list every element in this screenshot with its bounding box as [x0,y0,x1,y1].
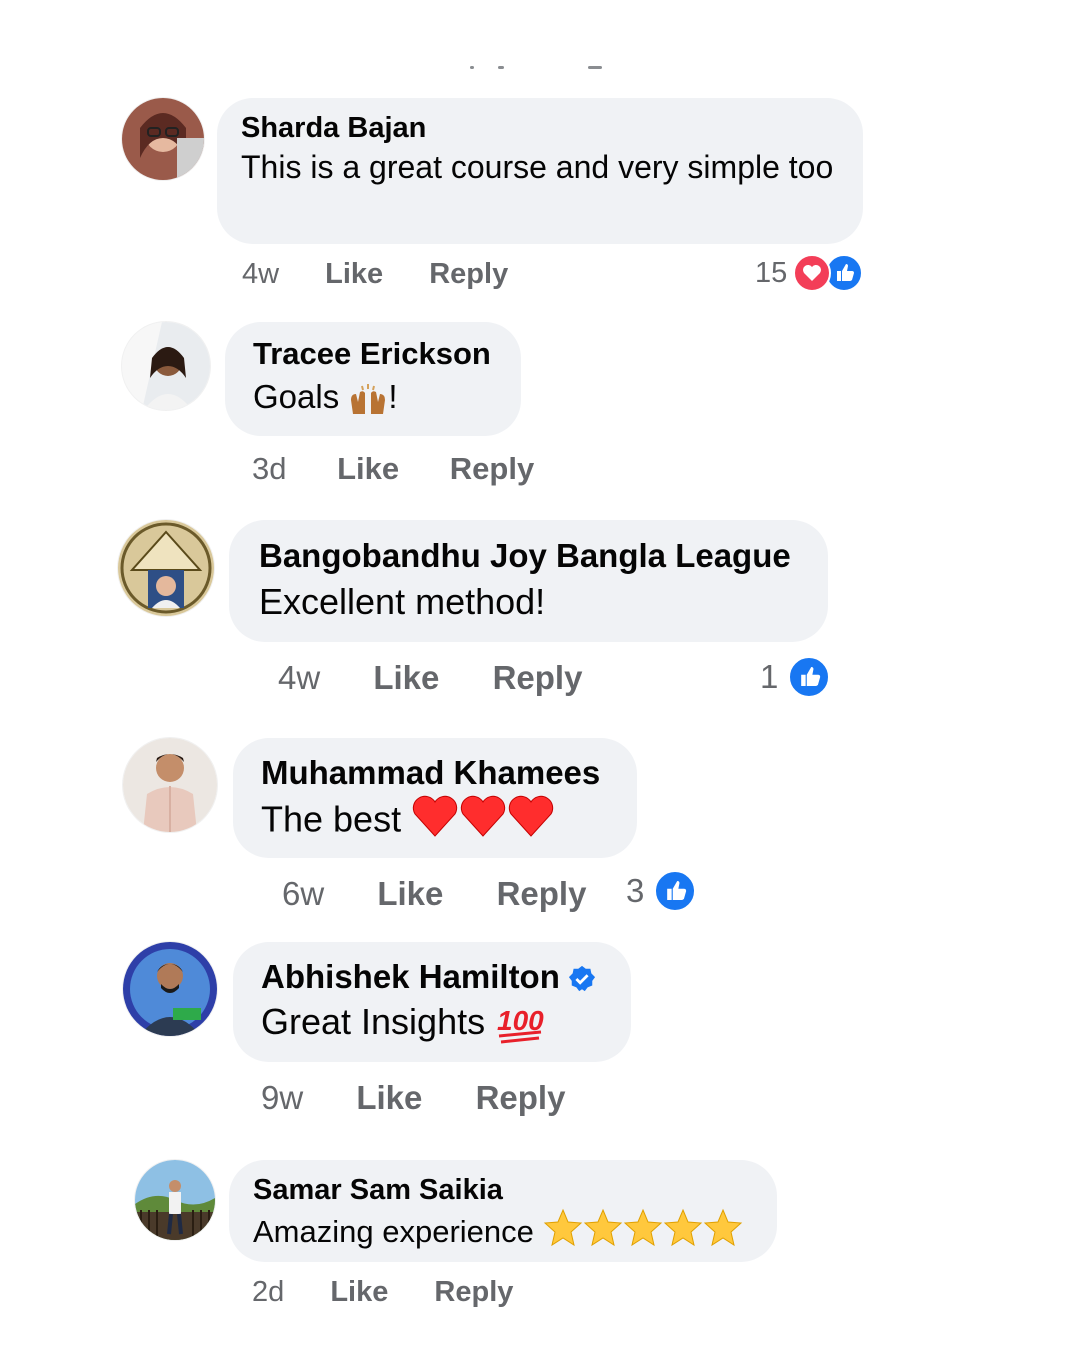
comment-text-suffix: ! [388,378,398,415]
comment-bubble: Muhammad Khamees The best [233,738,637,858]
reply-button[interactable]: Reply [450,451,534,486]
comment-text: Goals ! [253,374,493,420]
comment-bubble: Tracee Erickson Goals ! [225,322,521,436]
reaction-count: 15 [755,256,788,289]
comment-text: Excellent method! [259,581,546,622]
comment-text-main: Great Insights [261,1001,486,1042]
reaction-count: 3 [626,872,645,909]
avatar[interactable] [122,322,210,410]
comment-bubble: Sharda Bajan This is a great course and … [217,98,863,244]
reaction-summary[interactable]: 3 [626,870,697,912]
raising-hands-emoji [351,384,386,415]
like-button[interactable]: Like [373,659,439,696]
scroll-fragment [470,66,630,72]
comment-time[interactable]: 9w [261,1079,303,1116]
comment-text: The best [261,794,609,850]
comment-text-main: The best [261,798,402,840]
comment-bubble: Bangobandhu Joy Bangla League Excellent … [229,520,828,642]
like-icon [654,870,697,912]
comment-text: This is a great course and very simple t… [241,149,834,185]
avatar[interactable] [123,942,217,1036]
comment-actions: 4w Like Reply [242,256,508,292]
reaction-summary[interactable]: 1 [760,656,831,698]
comment-actions: 9w Like Reply [261,1078,565,1118]
avatar[interactable] [135,1160,215,1240]
avatar[interactable] [122,98,204,180]
comment-text: Amazing experience [253,1208,753,1260]
comment-author[interactable]: Samar Sam Saikia [253,1172,753,1208]
like-button[interactable]: Like [330,1276,388,1308]
comment-bubble: Samar Sam Saikia Amazing experience [229,1160,777,1262]
comment-actions: 3d Like Reply [252,450,534,488]
comment-author[interactable]: Bangobandhu Joy Bangla League [259,534,798,578]
reply-button[interactable]: Reply [476,1079,566,1116]
like-button[interactable]: Like [325,258,383,290]
comment-time[interactable]: 3d [252,451,286,486]
like-button[interactable]: Like [377,875,443,912]
red-heart-emoji [411,794,561,850]
reply-button[interactable]: Reply [497,875,587,912]
comment-author: Abhishek Hamilton [261,956,603,998]
comment-actions: 4w Like Reply [278,658,582,698]
avatar[interactable] [123,738,217,832]
like-icon [788,656,831,698]
comment-actions: 6w Like Reply [282,874,586,914]
verified-badge-icon [568,966,595,992]
comment-actions: 2d Like Reply [252,1274,513,1310]
hundred-points-emoji: 100 [497,1005,544,1044]
comment-text: Great Insights 100 [261,998,603,1046]
comment-time[interactable]: 2d [252,1276,284,1308]
like-button[interactable]: Like [356,1079,422,1116]
comment-bubble: Abhishek Hamilton Great Insights 100 [233,942,631,1062]
reply-button[interactable]: Reply [429,258,508,290]
avatar[interactable] [118,520,214,616]
reaction-count: 1 [760,658,779,695]
reaction-summary[interactable]: 15 [755,254,864,292]
reply-button[interactable]: Reply [493,659,583,696]
comment-text-main: Amazing experience [253,1214,534,1250]
like-button[interactable]: Like [337,451,399,486]
comment-text-main: Goals [253,378,340,415]
comment-time[interactable]: 6w [282,875,324,912]
comment-author-name[interactable]: Abhishek Hamilton [261,958,560,995]
comment-author[interactable]: Sharda Bajan [241,110,839,146]
comment-author[interactable]: Tracee Erickson [253,334,493,374]
comment-time[interactable]: 4w [278,659,320,696]
heart-icon [793,254,832,292]
comment-time[interactable]: 4w [242,258,279,290]
reply-button[interactable]: Reply [434,1276,513,1308]
comment-author[interactable]: Muhammad Khamees [261,752,609,794]
star-emoji [543,1208,743,1260]
